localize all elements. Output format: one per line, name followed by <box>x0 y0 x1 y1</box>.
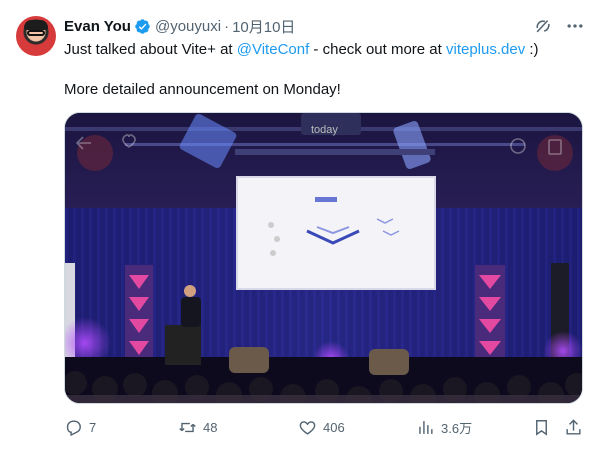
reply-icon <box>66 419 81 436</box>
author-name[interactable]: Evan You <box>64 18 131 35</box>
tweet[interactable]: Evan You @youyuxi · 10月10日 Just talked a… <box>0 0 601 450</box>
views-chart-icon <box>419 420 433 434</box>
avatar[interactable] <box>16 16 56 56</box>
tweet-photo[interactable]: today <box>64 112 583 404</box>
banner-text: today <box>311 124 338 136</box>
retweet-button[interactable]: 48 <box>178 418 217 437</box>
tweet-header: Evan You @youyuxi · 10月10日 <box>64 16 295 36</box>
retweet-count: 48 <box>203 419 218 435</box>
grok-icon[interactable] <box>533 16 553 36</box>
avatar-hair <box>24 20 48 30</box>
share-icon <box>566 418 581 435</box>
tweet-text-line-2: More detailed announcement on Monday! <box>64 81 341 98</box>
like-button[interactable]: 406 <box>298 418 345 437</box>
separator-dot: · <box>224 17 230 35</box>
conference-stage-photo: today <box>65 113 582 403</box>
retweet-icon <box>179 422 196 432</box>
url-link[interactable]: viteplus.dev <box>446 41 525 58</box>
podium <box>165 325 201 365</box>
verified-badge-icon <box>135 18 150 34</box>
text-suffix: :) <box>525 41 539 58</box>
reply-button[interactable]: 7 <box>64 418 96 437</box>
text-mid: - check out more at <box>309 41 446 58</box>
views-count: 3.6万 <box>441 420 473 436</box>
projection-screen <box>236 176 436 290</box>
tweet-top-icons <box>533 16 585 36</box>
more-icon[interactable] <box>565 16 585 36</box>
bookmark-button[interactable] <box>532 418 551 437</box>
avatar-glasses <box>27 30 45 36</box>
author-handle[interactable]: @youyuxi <box>155 18 221 35</box>
heart-icon <box>299 420 316 435</box>
text-prefix: Just talked about Vite+ at <box>64 41 237 58</box>
share-button[interactable] <box>564 418 583 437</box>
mention-link[interactable]: @ViteConf <box>237 41 310 58</box>
reply-count: 7 <box>89 419 97 435</box>
tweet-date[interactable]: 10月10日 <box>232 16 295 37</box>
tweet-actions: 7 48 406 3.6万 <box>64 416 584 438</box>
tweet-text-line-1: Just talked about Vite+ at @ViteConf - c… <box>64 40 584 60</box>
bookmark-icon <box>536 419 547 436</box>
like-count: 406 <box>323 419 345 435</box>
tweet-text: Just talked about Vite+ at @ViteConf - c… <box>64 40 584 100</box>
views-button[interactable]: 3.6万 <box>416 418 472 437</box>
